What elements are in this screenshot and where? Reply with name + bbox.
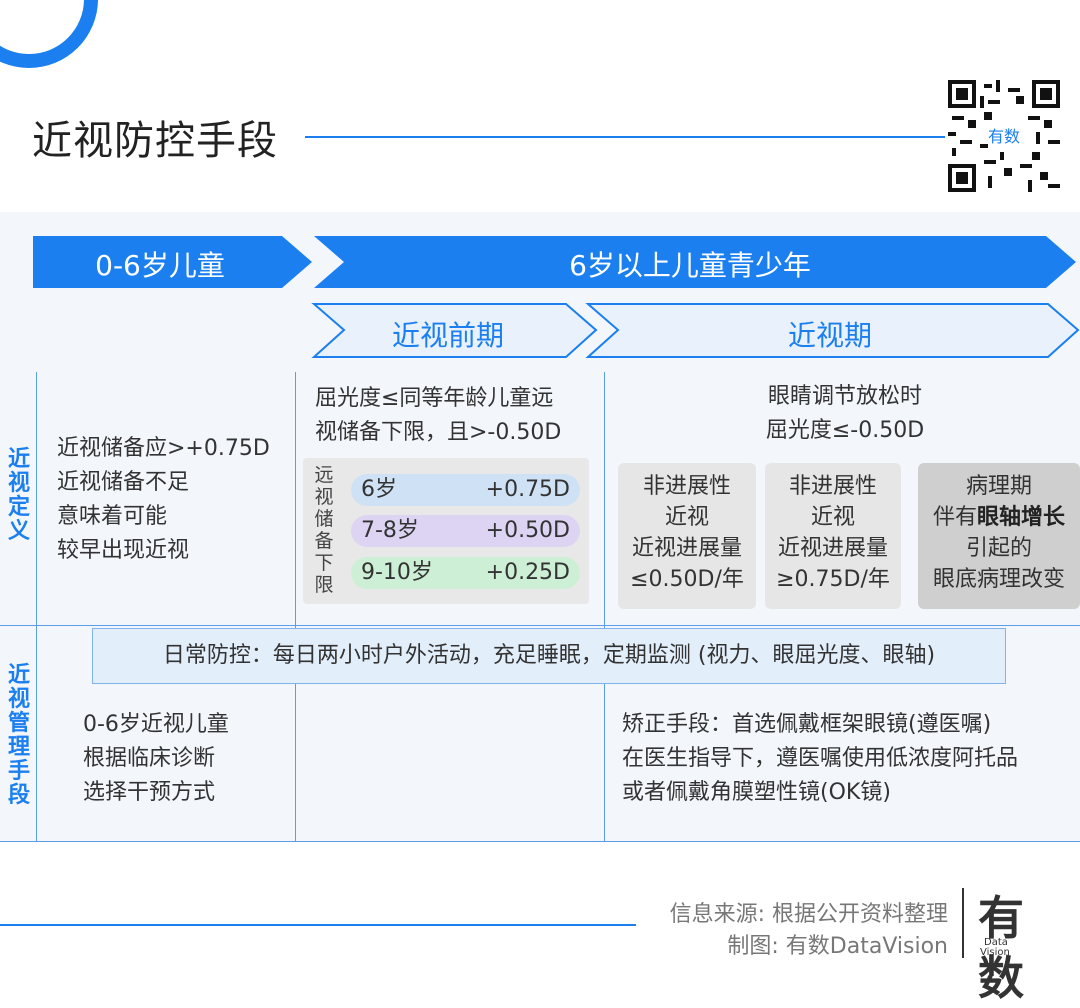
side-label-management: 近视管理手段 [7,663,30,808]
definition-col3: 眼睛调节放松时 屈光度≤-0.50D [765,384,925,443]
chevron-age-0-6-label: 0-6岁儿童 [95,249,225,282]
logo-divider [962,888,964,958]
title-divider [305,136,945,138]
grid-line [295,372,296,842]
chevron-myopia-label: 近视期 [787,319,872,352]
page-title: 近视防控手段 [32,118,278,164]
daily-prevention-banner: 日常防控：每日两小时户外活动，充足睡眠，定期监测 (视力、眼屈光度、眼轴) [92,628,1006,684]
reserve-row: 6岁 +0.75D [351,474,580,506]
chevron-age-6-up-label: 6岁以上儿童青少年 [569,249,811,282]
reserve-row: 9-10岁 +0.25D [351,557,580,589]
source-text: 信息来源: 根据公开资料整理 [669,902,948,927]
grid-line [604,372,605,842]
corner-arc-decoration [0,0,98,68]
non-progressive-box-1: 非进展性 近视 近视进展量 ≤0.50D/年 [618,463,756,609]
credit-text: 制图: 有数DataVision [727,934,948,959]
management-col3: 矫正手段：首选佩戴框架眼镜(遵医嘱) 在医生指导下，遵医嘱使用低浓度阿托品 或者… [622,712,1019,805]
grid-line [36,372,37,842]
reserve-row: 7-8岁 +0.50D [351,515,580,547]
grid-line [0,625,1080,626]
definition-col2: 屈光度≤同等年龄儿童远 视储备下限，且>-0.50D [315,386,562,445]
chevron-pre-myopia-label: 近视前期 [391,319,504,352]
pathological-box: 病理期 伴有眼轴增长 引起的 眼底病理改变 [918,463,1080,609]
qr-code-icon: 有数 [948,80,1060,192]
reserve-label: 远视储备下限 [314,464,334,596]
footer-divider [0,924,636,926]
management-col1: 0-6岁近视儿童 根据临床诊断 选择干预方式 [83,712,229,805]
datavision-logo: 有数 Data Vision [978,891,1024,1005]
non-progressive-box-2: 非进展性 近视 近视进展量 ≥0.75D/年 [765,463,901,609]
side-label-definition: 近视定义 [7,447,30,544]
grid-line [0,841,1080,842]
svg-text:有数: 有数 [988,127,1020,146]
definition-col1: 近视储备应>+0.75D 近视储备不足 意味着可能 较早出现近视 [57,436,270,563]
